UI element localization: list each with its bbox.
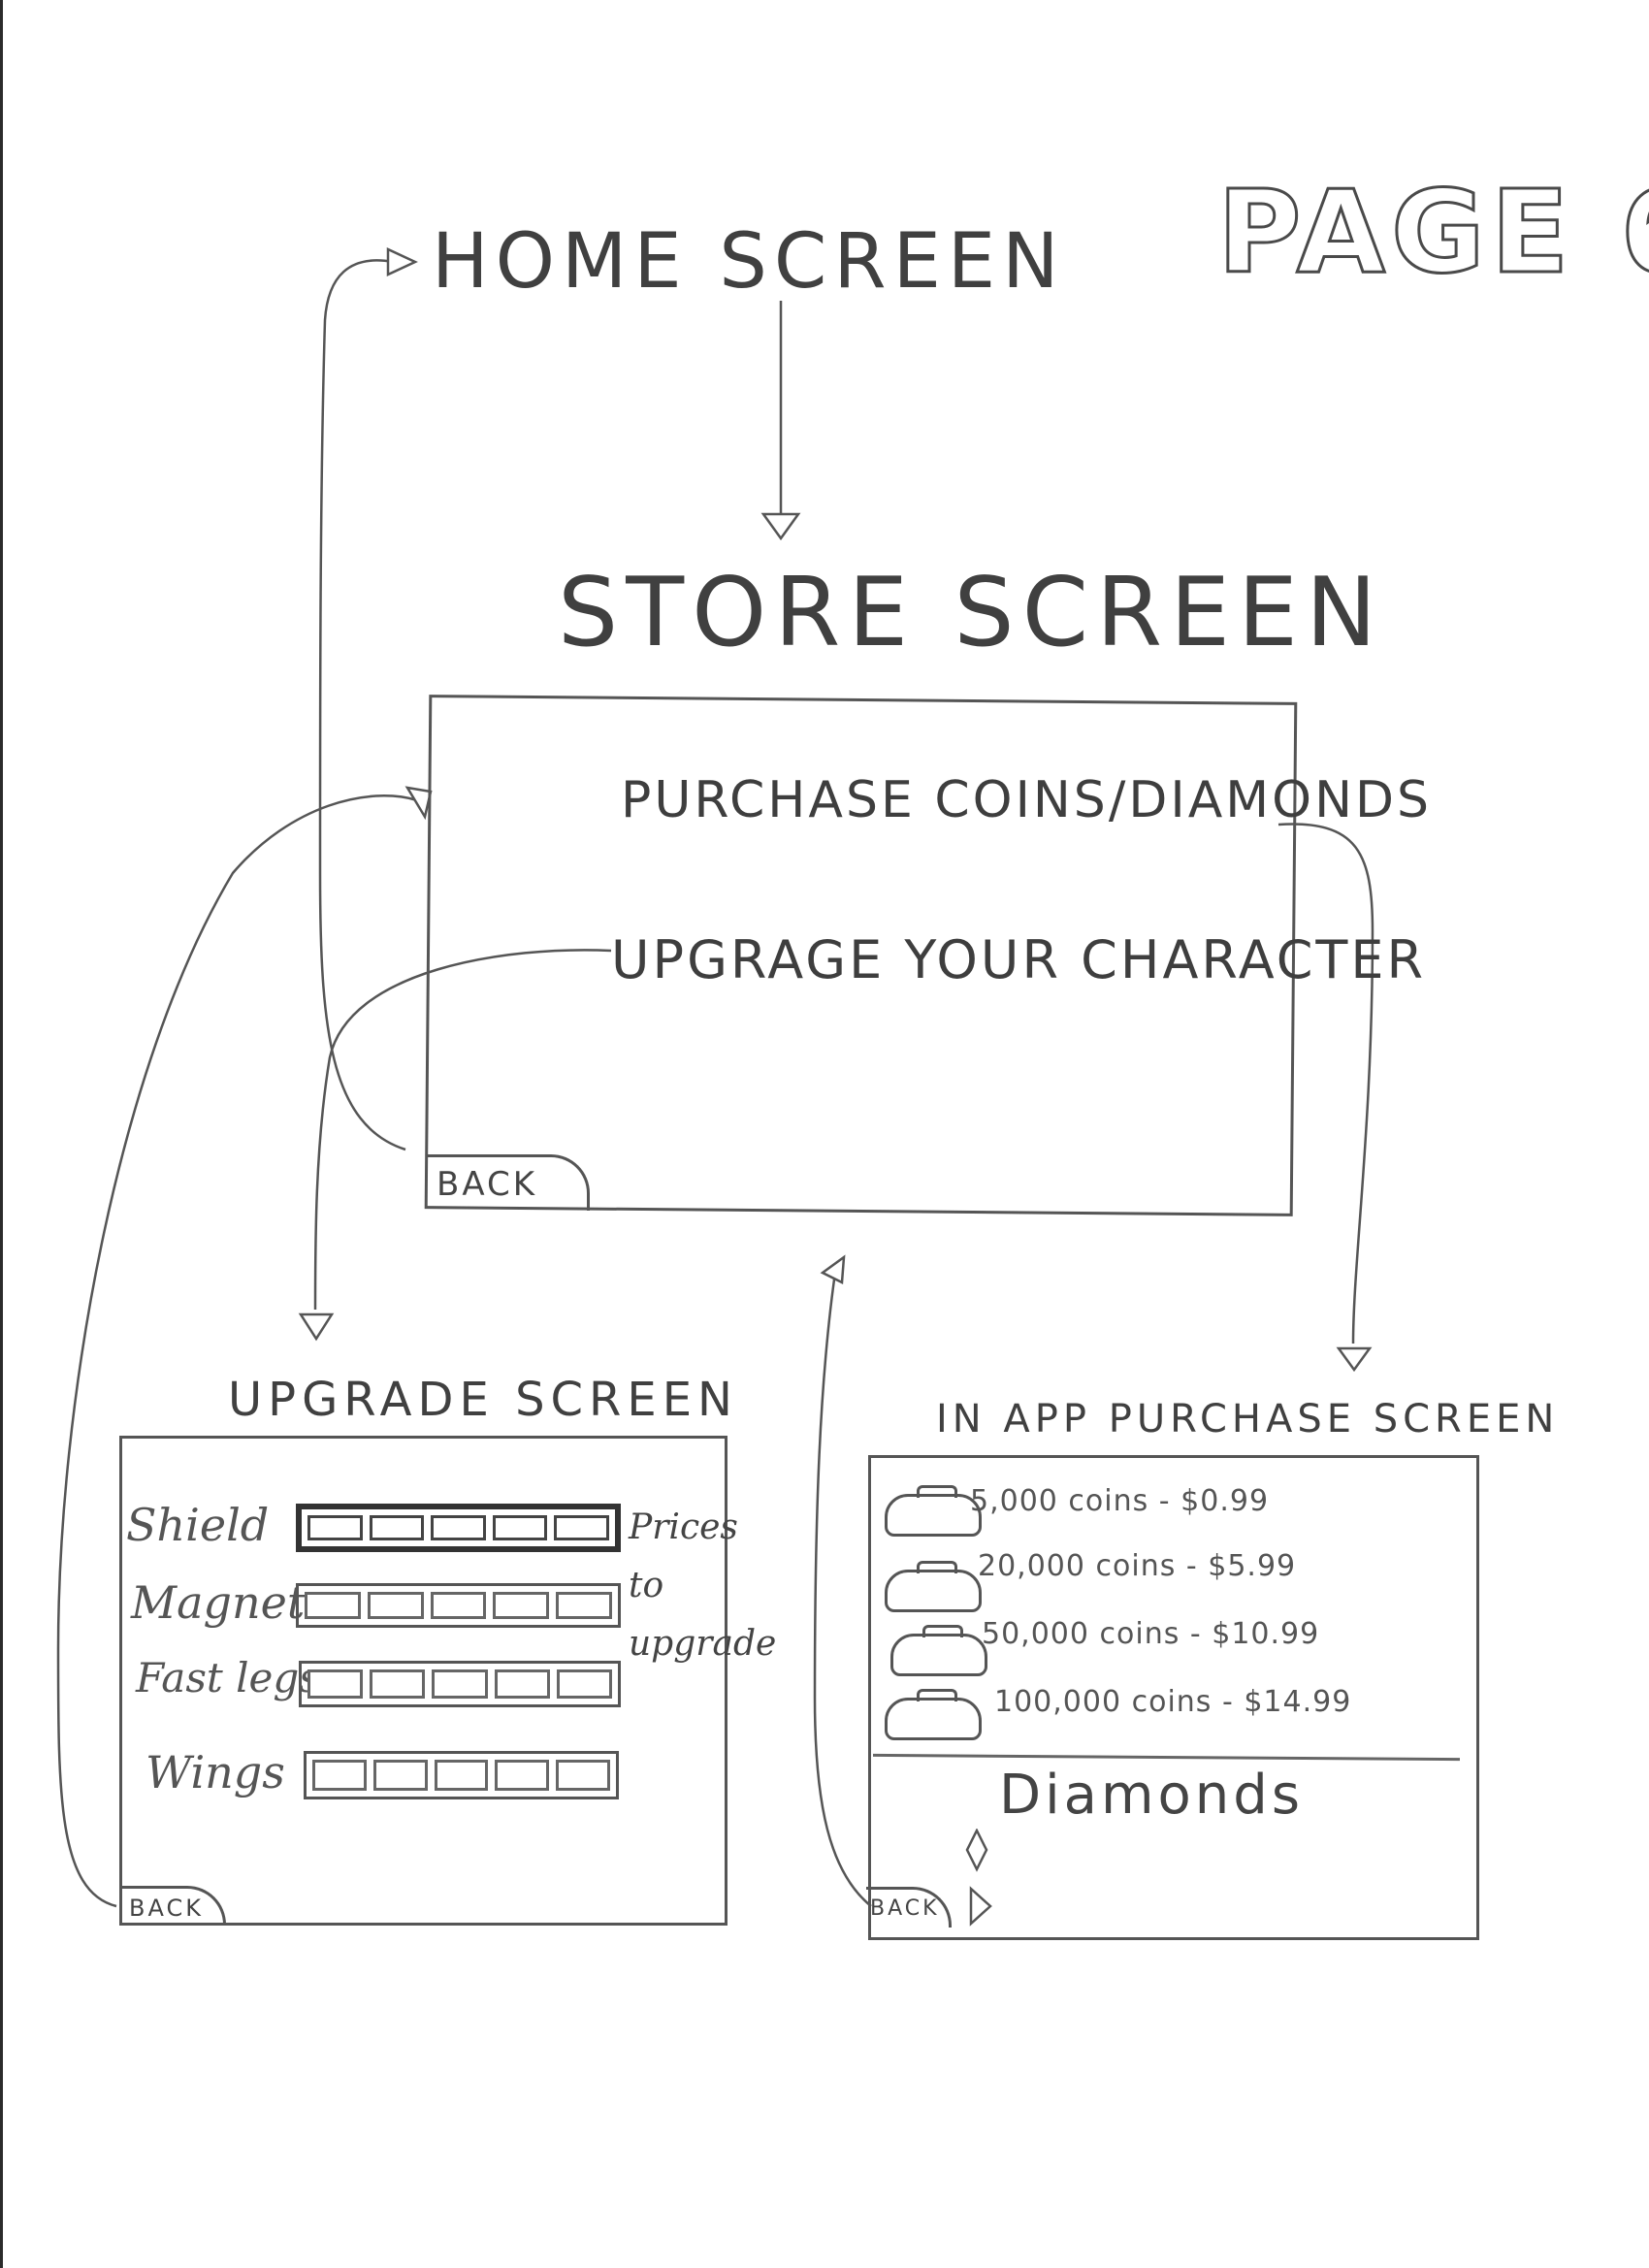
iap-screen-title: IN APP PURCHASE SCREEN: [936, 1397, 1560, 1442]
bar-segment: [367, 1592, 424, 1619]
coin-pack-5000[interactable]: 5,000 coins - $0.99: [970, 1484, 1269, 1518]
arrowhead-store-bottom: [820, 1254, 846, 1284]
magnet-upgrade-bar[interactable]: [296, 1583, 621, 1628]
home-screen-title: HOME SCREEN: [432, 218, 1066, 306]
bar-segment: [432, 1669, 488, 1699]
upgrade-character-option[interactable]: UPGRAGE YOUR CHARACTER: [611, 929, 1426, 990]
arrowhead-home: [386, 247, 418, 276]
arrowhead-iap: [1336, 1346, 1373, 1373]
upgrade-item-label: Fast legs: [136, 1654, 320, 1701]
bar-segment: [494, 1669, 550, 1699]
bar-segment: [495, 1760, 550, 1791]
page-label: PAGE 6: [1216, 164, 1649, 301]
diamonds-section-label: Diamonds: [999, 1764, 1305, 1827]
coin-pack-100000[interactable]: 100,000 coins - $14.99: [994, 1685, 1351, 1719]
bar-segment: [554, 1515, 609, 1540]
shield-upgrade-bar[interactable]: [296, 1504, 621, 1552]
arrow-back-to-home: [318, 259, 406, 1151]
upgrade-item-label: Magnet: [131, 1576, 306, 1629]
arrow-iap-back-to-store: [813, 1265, 872, 1907]
bar-segment: [493, 1592, 550, 1619]
bar-segment: [556, 1760, 610, 1791]
arrowhead-upgrade: [298, 1312, 335, 1342]
bar-segment: [430, 1592, 487, 1619]
bar-segment: [434, 1760, 489, 1791]
purchase-coins-option[interactable]: PURCHASE COINS/DIAMONDS: [621, 771, 1432, 829]
bar-segment: [307, 1515, 363, 1540]
coin-jar-icon: [885, 1561, 982, 1612]
store-back-button[interactable]: BACK: [427, 1154, 590, 1211]
wings-upgrade-bar[interactable]: [304, 1751, 619, 1799]
bar-segment: [305, 1592, 361, 1619]
coin-jar-icon: [885, 1485, 982, 1537]
store-screen-title: STORE SCREEN: [558, 558, 1385, 668]
bar-segment: [307, 1669, 364, 1699]
bar-segment: [369, 1515, 425, 1540]
arrowhead-store: [760, 512, 801, 541]
fast-legs-upgrade-bar[interactable]: [299, 1661, 621, 1707]
prices-to-upgrade-note: Prices to upgrade: [629, 1507, 777, 1664]
bar-segment: [370, 1669, 426, 1699]
coin-pack-20000[interactable]: 20,000 coins - $5.99: [978, 1549, 1296, 1583]
coin-jar-icon: [890, 1625, 987, 1676]
coin-jar-icon: [885, 1689, 982, 1740]
upgrade-item-label: Shield: [126, 1499, 270, 1551]
bar-segment: [431, 1515, 486, 1540]
bar-segment: [492, 1515, 548, 1540]
bar-segment: [556, 1669, 613, 1699]
bar-segment: [556, 1592, 612, 1619]
bar-segment: [312, 1760, 367, 1791]
upgrade-item-label: Wings: [146, 1746, 285, 1798]
diamond-icon[interactable]: [965, 1829, 1004, 1935]
upgrade-screen-title: UPGRADE SCREEN: [228, 1373, 738, 1427]
coin-pack-50000[interactable]: 50,000 coins - $10.99: [982, 1617, 1319, 1651]
bar-segment: [372, 1760, 428, 1791]
